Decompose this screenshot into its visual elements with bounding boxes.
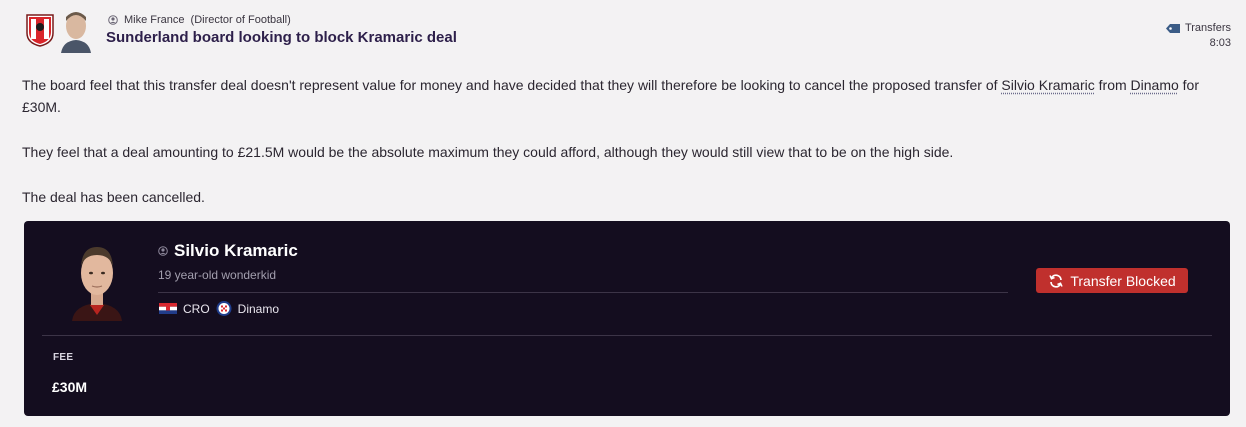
- fee-value: £30M: [52, 379, 88, 395]
- message-paragraph-2: They feel that a deal amounting to £21.5…: [22, 144, 954, 160]
- player-face-icon[interactable]: [70, 235, 124, 321]
- croatia-flag-icon: [159, 303, 177, 314]
- status-label: Transfer Blocked: [1070, 272, 1176, 289]
- message-subject: Sunderland board looking to block Kramar…: [106, 29, 457, 46]
- p1-text-b: from: [1094, 77, 1131, 93]
- player-link[interactable]: Silvio Kramaric: [1001, 77, 1094, 93]
- fee-label: FEE: [53, 352, 74, 363]
- card-divider: [158, 292, 1008, 293]
- sunderland-badge-icon[interactable]: [25, 13, 55, 47]
- transfer-card: Silvio Kramaric 19 year-old wonderkid CR…: [24, 221, 1230, 416]
- club-link[interactable]: Dinamo: [1131, 77, 1179, 93]
- person-icon: [158, 246, 168, 256]
- message-time: 8:03: [1209, 37, 1231, 49]
- staff-face-icon[interactable]: [59, 9, 93, 53]
- message-paragraph-1: The board feel that this transfer deal d…: [22, 74, 1232, 118]
- player-name[interactable]: Silvio Kramaric: [174, 241, 298, 261]
- player-name-row: Silvio Kramaric: [158, 241, 298, 261]
- category-label: Transfers: [1184, 22, 1231, 34]
- message-body: The board feel that this transfer deal d…: [22, 74, 1232, 231]
- message-category[interactable]: Transfers: [1165, 22, 1231, 34]
- message-paragraph-3: The deal has been cancelled.: [22, 189, 205, 205]
- p1-text-a: The board feel that this transfer deal d…: [22, 77, 1002, 93]
- card-separator: [42, 335, 1212, 336]
- player-nation-club: CRO Dinamo: [159, 300, 279, 317]
- club-name[interactable]: Dinamo: [238, 302, 279, 316]
- message-header: Mike France (Director of Football) Sunde…: [0, 0, 1246, 60]
- sender-line: Mike France (Director of Football): [108, 14, 291, 26]
- player-description: 19 year-old wonderkid: [158, 268, 277, 282]
- transfer-blocked-button[interactable]: Transfer Blocked: [1036, 268, 1188, 293]
- tag-icon: [1165, 23, 1180, 33]
- dinamo-crest-icon: [216, 301, 232, 316]
- sender-role: (Director of Football): [190, 14, 291, 26]
- refresh-icon: [1049, 273, 1064, 288]
- person-icon: [108, 15, 118, 25]
- nationality[interactable]: CRO: [183, 302, 210, 316]
- sender-name[interactable]: Mike France: [124, 14, 185, 26]
